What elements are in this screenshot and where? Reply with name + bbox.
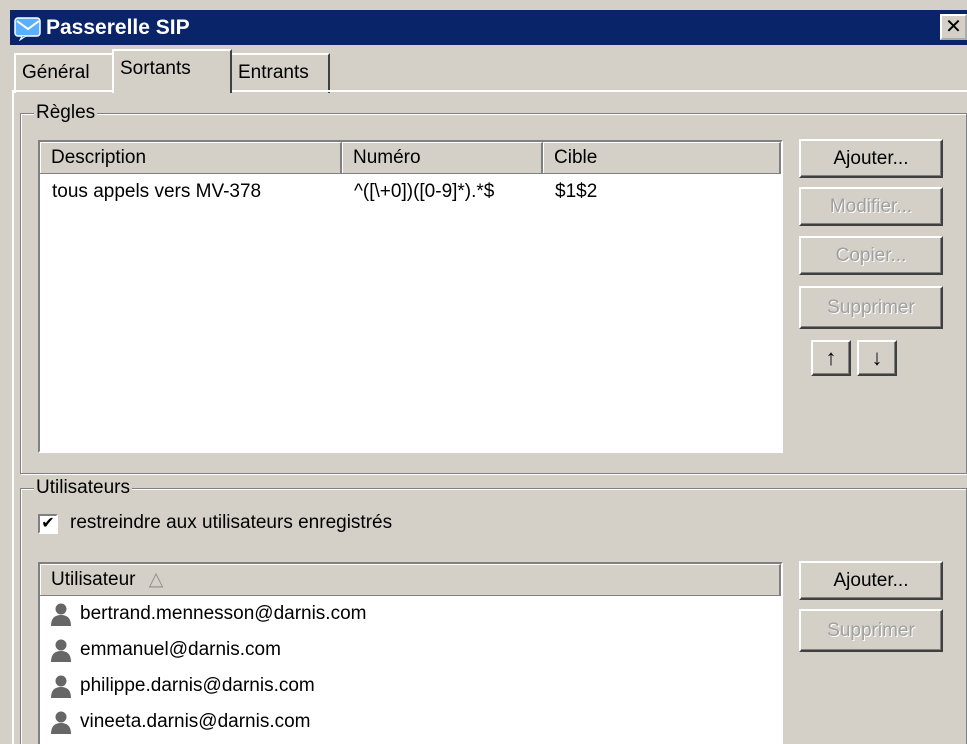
restrict-checkbox[interactable]: ✔ [38,514,58,534]
column-utilisateur[interactable]: Utilisateur △ [40,564,781,595]
users-list-header: Utilisateur △ [40,564,781,596]
rules-copy-button[interactable]: Copier... [799,236,943,275]
users-list[interactable]: Utilisateur △ bertrand.mennesson@darnis.… [38,562,783,744]
rule-numero: ^([\+0])([0-9]*).*$ [354,181,495,202]
user-email: vineeta.darnis@darnis.com [80,711,311,732]
rules-legend: Règles [34,102,98,124]
check-icon: ✔ [41,515,55,532]
users-add-button[interactable]: Ajouter... [799,561,943,600]
arrow-down-icon: ↓ [871,345,883,370]
user-row[interactable]: bertrand.mennesson@darnis.com [40,596,781,632]
rule-cible: $1$2 [555,181,598,202]
move-down-button[interactable]: ↓ [857,340,897,376]
rule-description: tous appels vers MV-378 [52,181,262,202]
tab-sortants[interactable]: Sortants [112,49,232,93]
restrict-label[interactable]: restreindre aux utilisateurs enregistrés [70,512,392,534]
column-utilisateur-label: Utilisateur [51,569,136,590]
sort-ascending-icon: △ [148,569,164,590]
arrow-up-icon: ↑ [825,345,837,370]
user-icon [50,674,72,698]
user-row[interactable]: emmanuel@darnis.com [40,632,781,668]
users-delete-button[interactable]: Supprimer [799,609,943,652]
column-cible[interactable]: Cible [543,142,781,173]
user-email: bertrand.mennesson@darnis.com [80,603,367,624]
rules-list-header: Description Numéro Cible [40,142,781,174]
tab-general[interactable]: Général [14,53,114,93]
tab-entrants[interactable]: Entrants [230,53,330,93]
user-icon [50,638,72,662]
rules-add-button[interactable]: Ajouter... [799,139,943,178]
rules-delete-button[interactable]: Supprimer [799,286,943,329]
user-email: emmanuel@darnis.com [80,639,281,660]
user-email: philippe.darnis@darnis.com [80,675,315,696]
user-row[interactable]: vineeta.darnis@darnis.com [40,704,781,740]
move-up-button[interactable]: ↑ [811,340,851,376]
user-icon [50,602,72,626]
user-row[interactable]: philippe.darnis@darnis.com [40,668,781,704]
column-description[interactable]: Description [40,142,342,173]
title-bar: Passerelle SIP ✕ [10,10,967,45]
rules-list[interactable]: Description Numéro Cible tous appels ver… [38,140,783,453]
rule-row[interactable]: tous appels vers MV-378 ^([\+0])([0-9]*)… [40,174,781,210]
users-legend: Utilisateurs [34,477,132,499]
column-numero[interactable]: Numéro [342,142,543,173]
user-icon [50,710,72,734]
app-icon [14,15,42,41]
close-button[interactable]: ✕ [940,14,967,40]
window-title: Passerelle SIP [46,15,190,39]
close-icon: ✕ [945,16,962,38]
rules-modify-button[interactable]: Modifier... [799,187,943,226]
